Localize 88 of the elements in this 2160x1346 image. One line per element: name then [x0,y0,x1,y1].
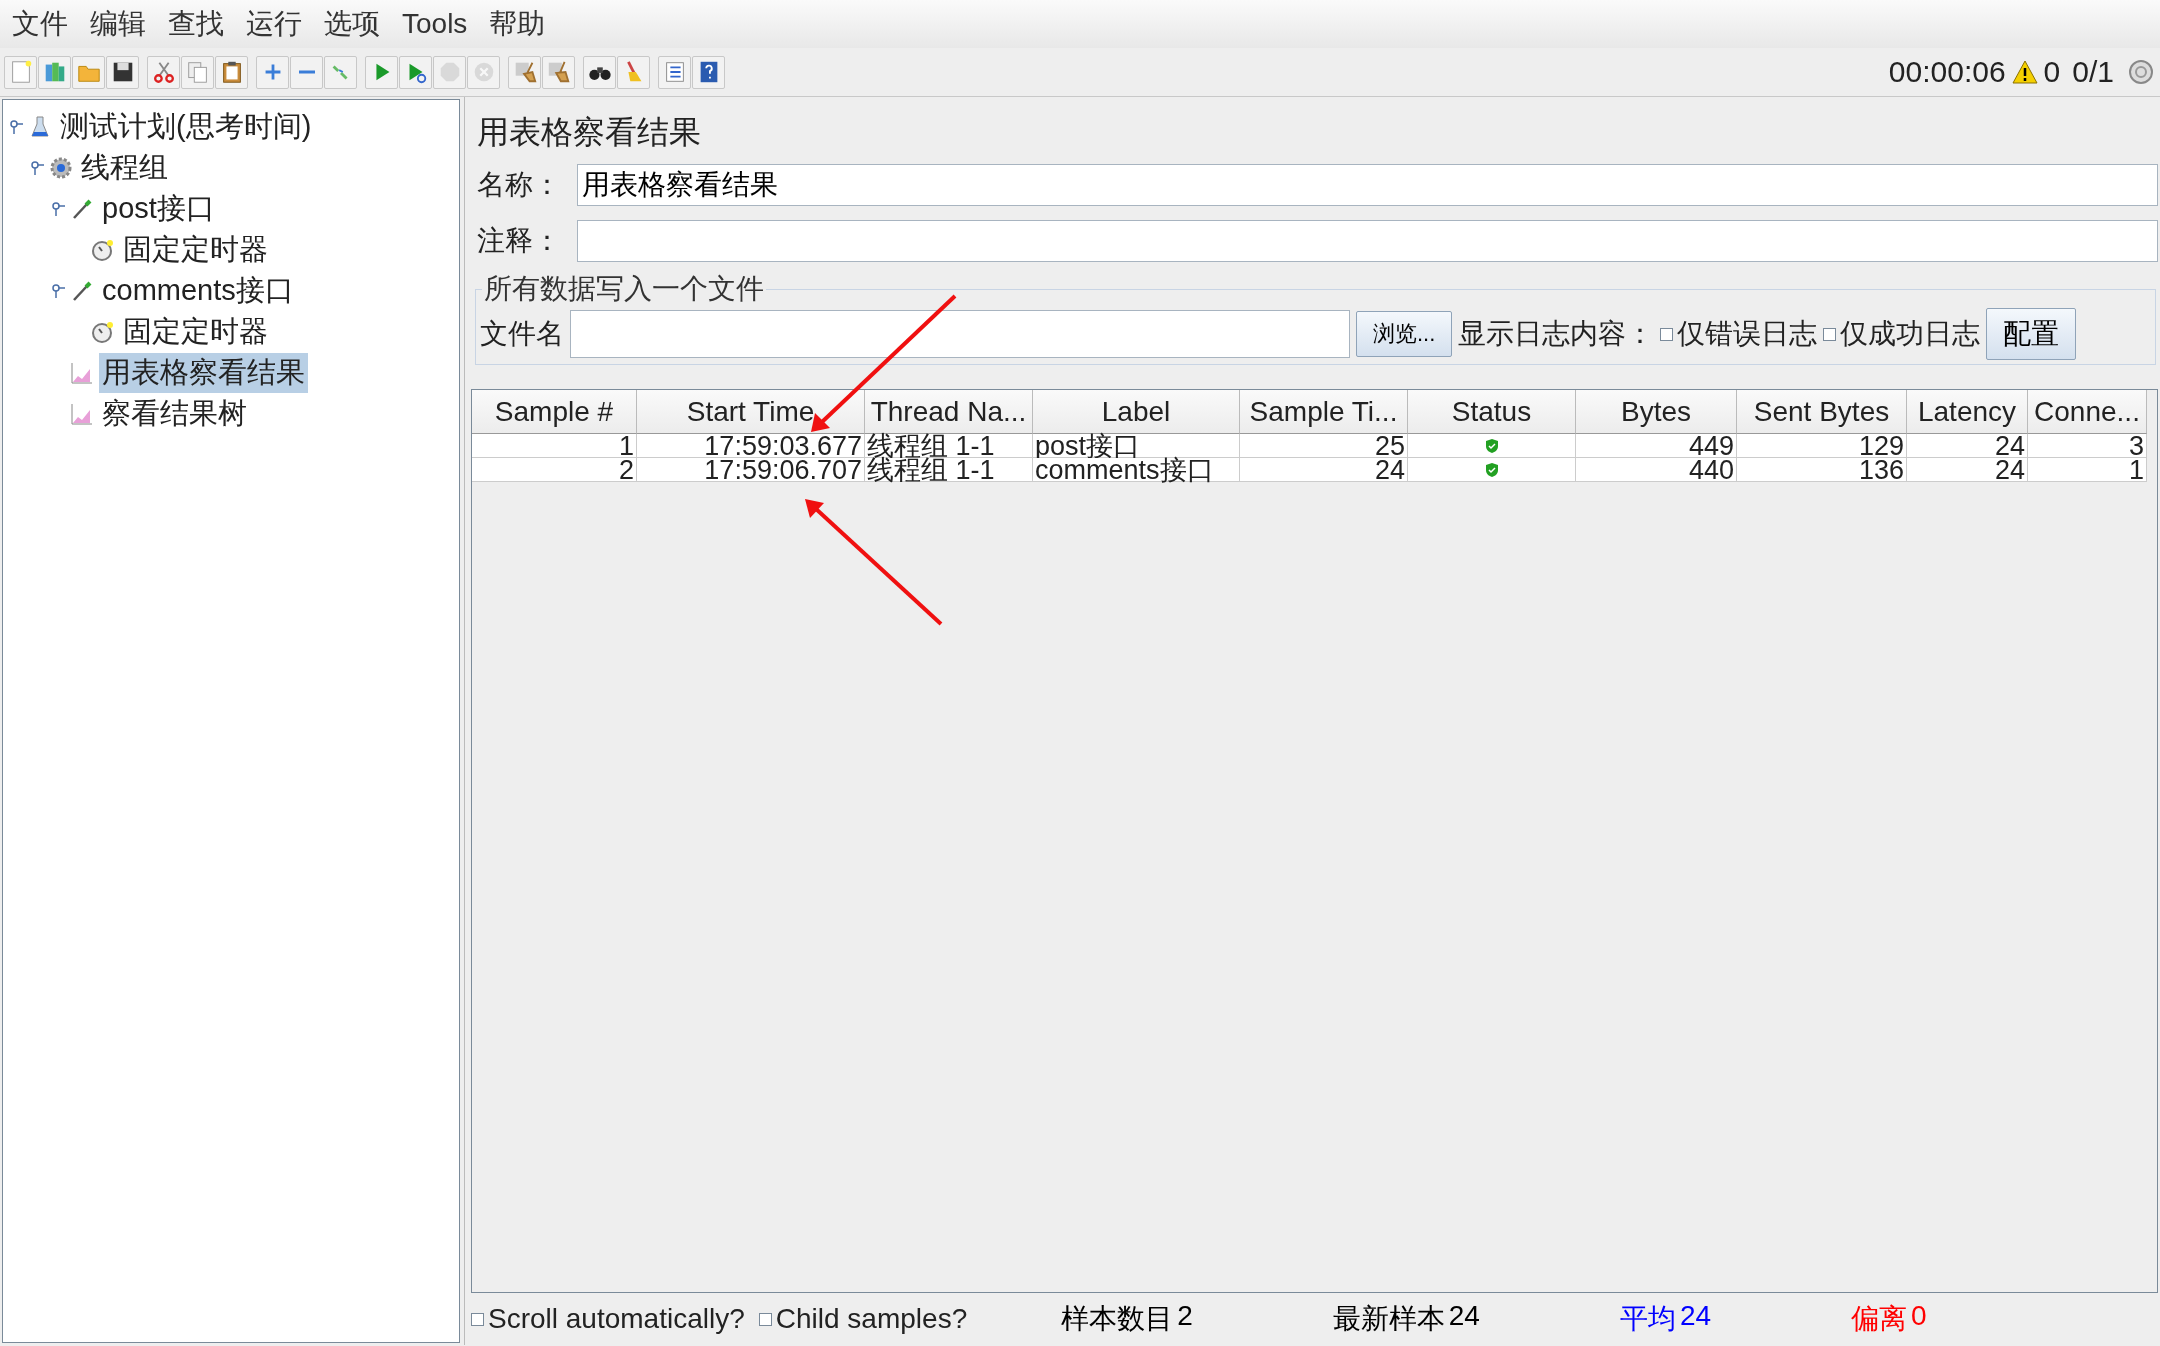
tree-item[interactable]: 察看结果树 [99,393,250,434]
menu-item[interactable]: 文件 [10,5,70,43]
warning-icon [2011,60,2038,84]
expand-handle-icon[interactable] [9,119,23,134]
stat-label: 样本数目 [1061,1302,1174,1336]
table-cell: 24 [1907,458,2028,482]
table-cell: 1 [472,434,637,458]
tree-item[interactable]: 用表格察看结果 [99,352,308,393]
option-checkbox[interactable]: Scroll automatically? [471,1303,745,1335]
table-cell: 2 [472,458,637,482]
menu-item[interactable]: 编辑 [88,5,148,43]
table-cell: 24 [1907,434,2028,458]
name-label: 名称： [476,168,562,202]
column-header[interactable]: Sample Ti... [1240,390,1408,434]
templates-button[interactable] [38,55,71,89]
log-content-label: 显示日志内容： [1458,317,1655,351]
menu-item[interactable]: Tools [400,8,470,40]
expand-button[interactable] [256,55,289,89]
column-header[interactable]: Start Time [637,390,865,434]
table-cell: 3 [2028,434,2147,458]
column-header[interactable]: Bytes [1576,390,1737,434]
table-cell: 440 [1576,458,1737,482]
option-checkbox[interactable]: Child samples? [758,1303,968,1335]
help-button[interactable] [692,55,725,89]
start-button[interactable] [365,55,398,89]
menu-item[interactable]: 选项 [322,5,382,43]
expand-handle-icon[interactable] [51,201,65,216]
menu-item[interactable]: 查找 [166,5,226,43]
table-cell: 24 [1240,458,1408,482]
log-filter-checkbox[interactable]: 仅成功日志 [1823,315,1981,353]
stat-value: 24 [1448,1300,1480,1333]
paste-button[interactable] [215,55,248,89]
tree-item[interactable]: post接口 [99,188,218,229]
stat-value: 2 [1177,1300,1193,1333]
collapse-button[interactable] [290,55,323,89]
stat-label: 最新样本 [1332,1302,1445,1336]
tree-item[interactable]: comments接口 [99,270,297,311]
clear-button[interactable] [508,55,541,89]
tree-item[interactable]: 线程组 [78,147,171,188]
expand-handle-icon[interactable] [30,160,44,175]
column-header[interactable]: Thread Na... [865,390,1033,434]
tree-item[interactable]: 固定定时器 [120,229,271,270]
cut-button[interactable] [147,55,180,89]
filename-label: 文件名 [480,317,564,351]
comment-label: 注释： [476,224,562,258]
menu-item[interactable]: 运行 [244,5,304,43]
column-header[interactable]: Label [1033,390,1240,434]
thread-count: 0/1 [2072,55,2114,89]
column-header[interactable]: Sent Bytes [1737,390,1907,434]
clear-all-button[interactable] [542,55,575,89]
column-header[interactable]: Conne... [2028,390,2147,434]
stat-value: 24 [1679,1300,1712,1333]
configure-button[interactable]: 配置 [1986,308,2077,360]
table-cell: 1 [2028,458,2147,482]
stat-label: 偏离 [1851,1302,1908,1336]
tree-item[interactable]: 测试计划(思考时间) [57,106,315,147]
warning-count: 0 [2043,55,2061,89]
toggle-button[interactable] [324,55,357,89]
comment-field[interactable] [577,220,2158,262]
table-cell: 136 [1737,458,1907,482]
name-field[interactable]: 用表格察看结果 [577,164,2158,206]
table-cell: 129 [1737,434,1907,458]
expand-handle-icon[interactable] [51,283,65,298]
stat-value: 0 [1911,1300,1927,1333]
filename-field[interactable] [570,310,1350,358]
function-helper-button[interactable] [658,55,691,89]
tree-item[interactable]: 固定定时器 [120,311,271,352]
search-button[interactable] [583,55,616,89]
column-header[interactable]: Latency [1907,390,2028,434]
table-cell: 线程组 1-1 [865,458,1033,482]
table-cell: comments接口 [1033,458,1240,482]
start-no-pauses-button[interactable] [399,55,432,89]
table-cell: 线程组 1-1 [865,434,1033,458]
column-header[interactable]: Status [1408,390,1576,434]
menu-item[interactable]: 帮助 [487,5,548,43]
new-file-button[interactable] [4,55,37,89]
table-cell: 17:59:03.677 [637,434,865,458]
table-cell: 17:59:06.707 [637,458,865,482]
table-cell: 25 [1240,434,1408,458]
browse-button[interactable]: 浏览... [1356,311,1453,357]
panel-title: 用表格察看结果 [477,113,702,152]
column-header[interactable]: Sample # [472,390,637,434]
stat-label: 平均 [1619,1302,1676,1336]
table-cell: 449 [1576,434,1737,458]
save-button[interactable] [106,55,139,89]
log-filter-checkbox[interactable]: 仅错误日志 [1660,315,1818,353]
elapsed-time: 00:00:06 [1888,55,2006,89]
copy-button[interactable] [181,55,214,89]
